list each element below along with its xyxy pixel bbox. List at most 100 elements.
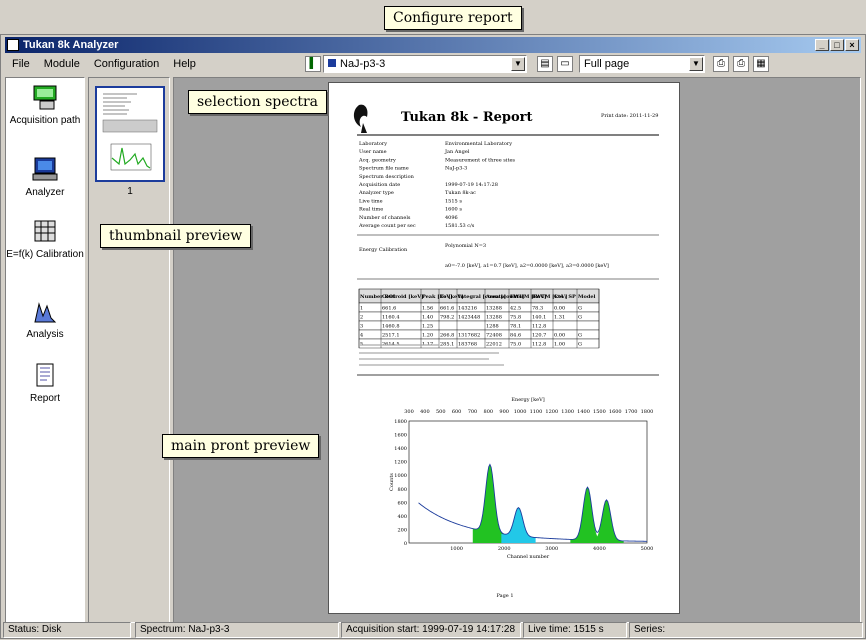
field-value: Measurement of three sites <box>445 157 515 163</box>
chart-top-axis-label: Energy [keV] <box>511 397 544 403</box>
table-cell: 42.5 <box>510 306 521 312</box>
table-cell: 78.1 <box>510 324 521 330</box>
chart-y-tick: 600 <box>397 500 407 506</box>
zoom-select[interactable]: Full page ▼ <box>579 55 705 73</box>
callout-main-preview: main pront preview <box>162 434 320 458</box>
chart-y-tick: 1000 <box>394 473 407 479</box>
table-cell: 1.40 <box>422 315 433 321</box>
print-preview-icon[interactable]: ⎙ <box>733 56 749 72</box>
menu-help[interactable]: Help <box>170 55 199 73</box>
report-page: Tukan 8k - Report Print date: 2011-11-29… <box>328 82 680 614</box>
module-analysis[interactable]: Analysis <box>6 298 84 340</box>
table-cell: G <box>578 306 582 312</box>
chart-top-tick: 1200 <box>545 409 558 415</box>
table-cell: 120.7 <box>532 333 546 339</box>
status-acquisition: Acquisition start: 1999-07-19 14:17:28 <box>341 622 521 638</box>
table-cell: 75.0 <box>510 342 521 348</box>
table-cell: 1160.4 <box>382 315 400 321</box>
analyzer-icon <box>32 157 58 181</box>
field-label: Acquisition date <box>358 182 400 188</box>
analysis-icon <box>34 302 57 323</box>
table-cell: 285.1 <box>440 342 454 348</box>
table-cell: 1.00 <box>554 342 565 348</box>
module-acquisition-path[interactable]: Acquisition path <box>6 84 84 126</box>
menu-file[interactable]: File <box>9 55 33 73</box>
chart-top-tick: 1300 <box>561 409 574 415</box>
module-panel: Acquisition path Analyzer E=f(k) Calibra… <box>5 77 85 623</box>
export-icon[interactable]: ▦ <box>753 56 769 72</box>
table-cell: 112.8 <box>532 324 546 330</box>
table-cell: 1423448 <box>458 315 480 321</box>
chart-y-tick: 1400 <box>394 446 407 452</box>
page-thumbnail[interactable] <box>95 86 165 182</box>
table-cell: 143216 <box>458 306 477 312</box>
chart-top-tick: 1100 <box>530 409 543 415</box>
thumbnail-number: 1 <box>127 186 133 197</box>
field-value: 1581.53 c/s <box>445 223 475 229</box>
field-value: 4096 <box>445 215 458 221</box>
calibration-label: Energy Calibration <box>359 247 408 253</box>
window-title: Tukan 8k Analyzer <box>23 39 119 51</box>
table-cell: 798.2 <box>440 315 454 321</box>
table-cell: 2517.1 <box>382 333 400 339</box>
status-live-time: Live time: 1515 s <box>523 622 627 638</box>
table-cell: 1317682 <box>458 333 480 339</box>
menu-bar: File Module Configuration Help <box>5 55 199 73</box>
chart-x-tick: 3000 <box>545 546 558 552</box>
field-label: Number of channels <box>359 215 411 221</box>
table-cell: 112.8 <box>532 342 546 348</box>
menu-module[interactable]: Module <box>41 55 83 73</box>
menu-configuration[interactable]: Configuration <box>91 55 162 73</box>
chart-top-tick: 300 <box>404 409 414 415</box>
field-label: Spectrum description <box>359 174 415 180</box>
table-cell: 1288 <box>486 324 499 330</box>
chart-top-tick: 400 <box>420 409 430 415</box>
chart-x-tick: 1000 <box>450 546 463 552</box>
title-bar: Tukan 8k Analyzer _ □ × <box>5 37 861 53</box>
table-cell: 661.6 <box>382 306 396 312</box>
chart-y-tick: 400 <box>397 514 407 520</box>
field-label: Real time <box>359 207 383 213</box>
report-title: Tukan 8k - Report <box>401 110 533 125</box>
table-cell: 84.6 <box>510 333 521 339</box>
close-button[interactable]: × <box>845 39 859 51</box>
chart-top-tick: 1000 <box>514 409 527 415</box>
field-label: Laboratory <box>359 141 387 147</box>
spectrum-icon[interactable]: ▌ <box>305 56 321 72</box>
module-calibration[interactable]: E=f(k) Calibration <box>6 218 84 260</box>
app-window: Tukan 8k Analyzer _ □ × File Module Conf… <box>0 34 866 639</box>
status-series: Series: <box>629 622 863 638</box>
chart-x-tick: 2000 <box>498 546 511 552</box>
field-value: Tukan 8k-ac <box>445 190 476 196</box>
report-logo <box>353 104 368 133</box>
chevron-down-icon[interactable]: ▼ <box>689 57 703 71</box>
module-analyzer[interactable]: Analyzer <box>6 156 84 198</box>
maximize-button[interactable]: □ <box>830 39 844 51</box>
print-icon[interactable]: ⎙ <box>713 56 729 72</box>
field-label: Average count per sec <box>358 223 416 229</box>
calibration-icon <box>34 220 56 242</box>
status-disk: Status: Disk <box>3 622 131 638</box>
chart-top-tick: 800 <box>484 409 494 415</box>
minimize-button[interactable]: _ <box>815 39 829 51</box>
field-value: 1999-07-19 14:17:28 <box>445 182 498 188</box>
chart-top-tick: 1600 <box>609 409 622 415</box>
table-cell: 183768 <box>458 342 477 348</box>
calibration-formula: a0=-7.0 [keV], a1=0.7 [keV], a2=0.0000 [… <box>445 263 609 269</box>
callout-thumbnail-preview: thumbnail preview <box>100 224 252 248</box>
main-preview-panel: Tukan 8k - Report Print date: 2011-11-29… <box>173 77 861 623</box>
configure-report-icon[interactable]: ▤ <box>537 56 553 72</box>
page-setup-icon[interactable]: ▭ <box>557 56 573 72</box>
module-report[interactable]: Report <box>6 362 84 404</box>
field-label: Acq. geometry <box>358 157 396 163</box>
results-table: Number ROICentroid [keV]Peak [keV]To [ke… <box>358 288 600 349</box>
field-value: NaJ-p3-3 <box>445 166 467 172</box>
thumbnail-panel: 1 <box>88 77 170 623</box>
spectrum-select[interactable]: NaJ-p3-3 ▼ <box>323 55 527 73</box>
table-cell: 75.8 <box>510 315 521 321</box>
table-header: Centroid [keV] <box>382 294 423 300</box>
status-spectrum: Spectrum: NaJ-p3-3 <box>135 622 339 638</box>
table-cell: 3 <box>360 324 363 330</box>
chevron-down-icon[interactable]: ▼ <box>511 57 525 71</box>
table-cell: 78.3 <box>532 306 543 312</box>
